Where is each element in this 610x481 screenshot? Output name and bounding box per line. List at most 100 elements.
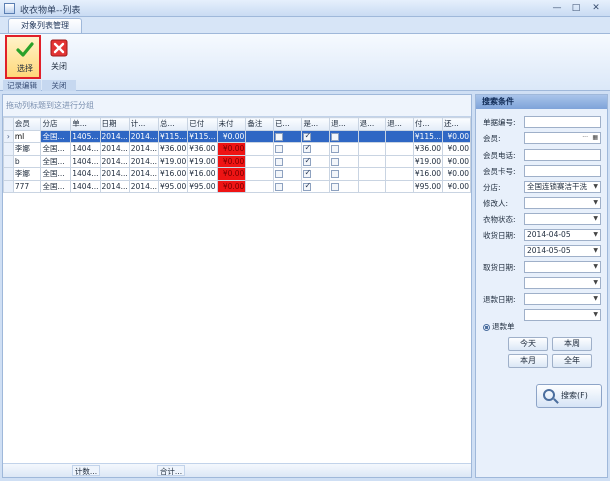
cell-pay[interactable]: ¥36.00 (412, 142, 444, 156)
column-header[interactable]: 备注 (245, 117, 274, 131)
column-header[interactable]: 单... (70, 117, 101, 131)
cell-branch[interactable]: 全国... (40, 154, 72, 168)
cell-note[interactable] (245, 167, 274, 181)
cell-r2[interactable] (385, 167, 414, 181)
cell-pay[interactable]: ¥16.00 (412, 167, 444, 181)
cell-date[interactable]: 2014... (99, 167, 130, 181)
search-button[interactable]: 搜索(F) (536, 384, 602, 408)
cell-paid[interactable]: ¥36.00 (187, 142, 218, 156)
cell-back[interactable]: ¥0.00 (442, 142, 471, 156)
column-header[interactable]: 退... (385, 117, 414, 131)
column-header[interactable]: 分店 (40, 117, 72, 131)
cell-c3[interactable] (329, 167, 359, 181)
cell-no[interactable]: 1405... (70, 129, 101, 143)
cell-note[interactable] (245, 129, 274, 143)
whole-year-button[interactable]: 全年 (552, 354, 592, 368)
data-grid[interactable]: 会员 分店 单... 日期 计... 总... 已付 未付 备注 已... 是... 退... 退...… (3, 117, 471, 193)
refund-toggle[interactable]: ▪ 退款单 (483, 321, 515, 332)
cell-back[interactable]: ¥0.00 (442, 167, 471, 181)
row-checkbox[interactable] (331, 145, 340, 154)
row-checkbox[interactable] (274, 170, 283, 179)
table-row[interactable]: › ml 全国... 1405... 2014... 2014... ¥115... ¥115… (3, 129, 471, 143)
cell-calc[interactable]: 2014... (128, 179, 160, 193)
member-lookup-icon[interactable]: ▦ (592, 133, 598, 143)
cell-branch[interactable]: 全国... (40, 179, 72, 193)
cell-member[interactable]: 777 (12, 179, 42, 193)
cell-r2[interactable] (385, 179, 414, 193)
pickup-date-to[interactable]: ▼ (524, 277, 601, 289)
cell-back[interactable]: ¥0.00 (442, 179, 471, 193)
cell-c1[interactable] (272, 129, 303, 143)
cell-calc[interactable]: 2014... (128, 167, 160, 181)
this-month-button[interactable]: 本月 (508, 354, 548, 368)
row-checkbox[interactable] (274, 157, 283, 166)
this-week-button[interactable]: 本周 (552, 337, 592, 351)
row-checkbox[interactable] (274, 132, 283, 141)
cell-r2[interactable] (385, 142, 414, 156)
cell-branch[interactable]: 全国... (40, 142, 72, 156)
row-checkbox[interactable] (331, 170, 340, 179)
member-phone-input[interactable] (524, 149, 601, 161)
row-checkbox[interactable] (331, 132, 340, 141)
row-checkbox[interactable] (331, 182, 340, 191)
column-header[interactable]: 是... (301, 117, 331, 131)
cell-member[interactable]: 李娜 (12, 167, 42, 181)
receive-date-from[interactable]: 2014-04-05 ▼ (524, 229, 601, 241)
cell-member[interactable]: 李娜 (12, 142, 42, 156)
cell-unpaid[interactable]: ¥0.00 (216, 154, 247, 168)
row-checkbox[interactable] (303, 131, 312, 141)
cell-c2[interactable] (301, 154, 331, 168)
column-header[interactable]: 已付 (187, 117, 218, 131)
cell-paid[interactable]: ¥19.00 (187, 154, 218, 168)
column-header[interactable]: 已... (272, 117, 303, 131)
cell-c1[interactable] (272, 167, 303, 181)
cell-c3[interactable] (329, 154, 359, 168)
cell-back[interactable]: ¥0.00 (442, 154, 471, 168)
cell-c2[interactable] (301, 129, 331, 143)
footer-count[interactable]: 计数... (72, 465, 100, 476)
cell-calc[interactable]: 2014... (128, 129, 160, 143)
footer-sum[interactable]: 合计... (157, 465, 185, 476)
column-header[interactable]: 总... (158, 117, 189, 131)
tab-object-list[interactable]: 对象列表管理 (8, 18, 82, 33)
cell-pay[interactable]: ¥95.00 (412, 179, 444, 193)
cell-r2[interactable] (385, 129, 414, 143)
cell-back[interactable]: ¥0.00 (442, 129, 471, 143)
row-checkbox[interactable] (303, 168, 312, 179)
branch-select[interactable]: 全国连锁赛洁干洗 ▼ (524, 181, 601, 193)
cell-note[interactable] (245, 179, 274, 193)
today-button[interactable]: 今天 (508, 337, 548, 351)
row-checkbox[interactable] (303, 143, 312, 154)
column-header[interactable]: 计... (128, 117, 160, 131)
modifier-select[interactable]: ▼ (524, 197, 601, 209)
row-checkbox[interactable] (303, 181, 312, 191)
cell-calc[interactable]: 2014... (128, 142, 160, 156)
cell-r1[interactable] (357, 142, 387, 156)
cell-r1[interactable] (357, 167, 387, 181)
cell-pay[interactable]: ¥19.00 (412, 154, 444, 168)
cell-total[interactable]: ¥36.00 (158, 142, 189, 156)
cell-r2[interactable] (385, 154, 414, 168)
cell-r1[interactable] (357, 154, 387, 168)
cell-no[interactable]: 1404... (70, 179, 101, 193)
row-checkbox[interactable] (274, 145, 283, 154)
cell-unpaid[interactable]: ¥0.00 (216, 167, 247, 181)
column-header[interactable]: 会员 (12, 117, 42, 131)
cell-date[interactable]: 2014... (99, 142, 130, 156)
cell-no[interactable]: 1404... (70, 142, 101, 156)
cell-c2[interactable] (301, 167, 331, 181)
close-button[interactable]: 关闭 (41, 35, 77, 79)
row-checkbox[interactable] (274, 182, 283, 191)
cell-date[interactable]: 2014... (99, 179, 130, 193)
cell-c1[interactable] (272, 142, 303, 156)
cell-unpaid[interactable]: ¥0.00 (216, 142, 247, 156)
cell-total[interactable]: ¥95.00 (158, 179, 189, 193)
group-by-hint[interactable]: 拖动列标题到这进行分组 (3, 95, 471, 117)
close-window-button[interactable]: ✕ (589, 2, 603, 14)
column-header[interactable]: 退... (329, 117, 359, 131)
cell-total[interactable]: ¥19.00 (158, 154, 189, 168)
cell-date[interactable]: 2014... (99, 154, 130, 168)
refund-date-from[interactable]: ▼ (524, 293, 601, 305)
refund-date-to[interactable]: ▼ (524, 309, 601, 321)
column-header[interactable]: 日期 (99, 117, 130, 131)
